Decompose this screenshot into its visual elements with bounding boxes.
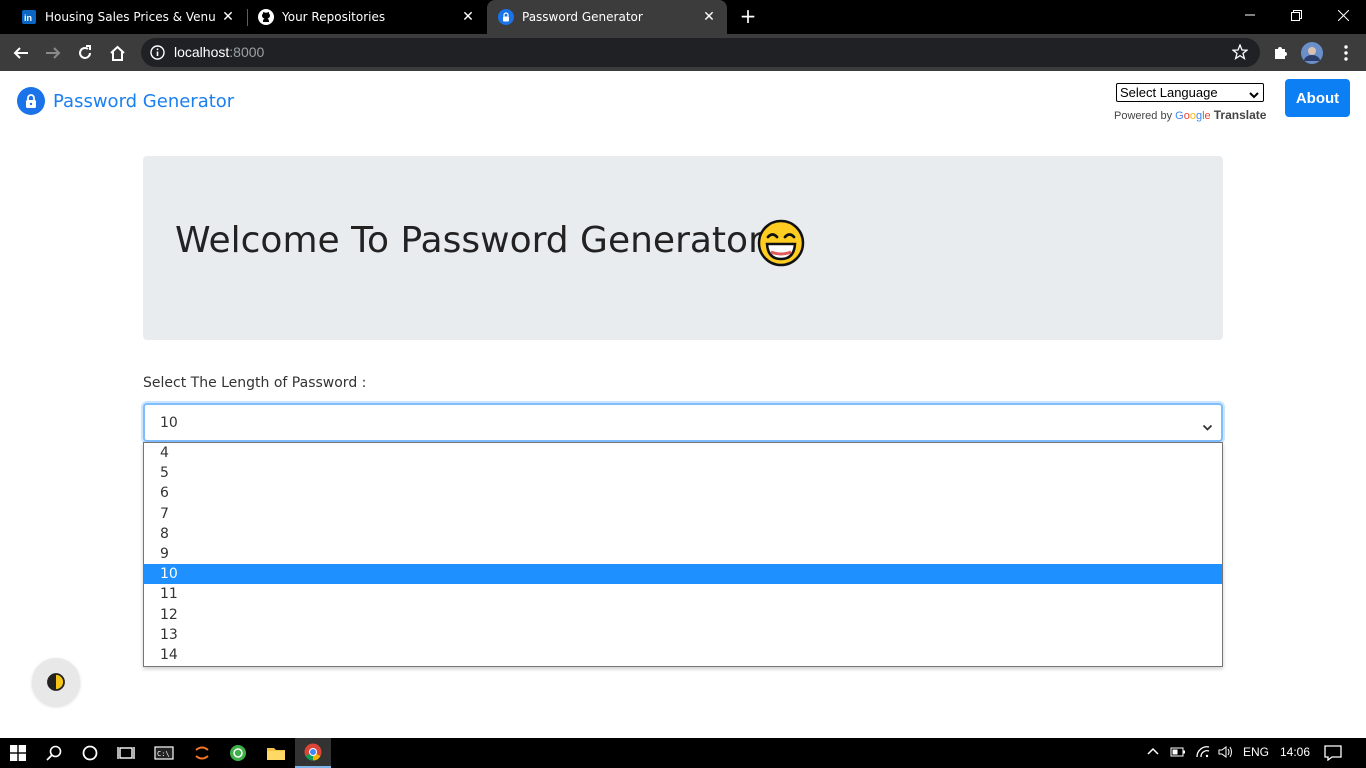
- grinning-face-icon: [757, 219, 805, 267]
- clock-time[interactable]: 14:06: [1280, 745, 1310, 759]
- volume-icon[interactable]: [1218, 745, 1234, 762]
- url-port: :8000: [229, 44, 265, 60]
- about-button[interactable]: About: [1285, 79, 1350, 117]
- brand-name: Password Generator: [53, 90, 235, 112]
- battery-icon[interactable]: [1170, 745, 1186, 762]
- google-logo[interactable]: Google: [1175, 110, 1211, 122]
- browser-toolbar: localhost:8000: [0, 34, 1366, 71]
- welcome-jumbotron: Welcome To Password Generator: [143, 156, 1223, 340]
- tab-title: Your Repositories: [282, 10, 386, 24]
- powered-by-text: Powered by: [1114, 110, 1173, 122]
- close-tab-icon[interactable]: ✕: [220, 9, 236, 25]
- password-length-value: 10: [160, 415, 178, 431]
- lock-icon: [498, 9, 514, 25]
- length-option[interactable]: 8: [144, 524, 1222, 544]
- restore-button[interactable]: [1273, 0, 1319, 30]
- length-option[interactable]: 6: [144, 483, 1222, 503]
- length-option[interactable]: 5: [144, 463, 1222, 483]
- task-view-icon[interactable]: [108, 741, 144, 765]
- lock-logo-icon: [17, 87, 45, 115]
- forward-icon[interactable]: [40, 40, 66, 66]
- close-window-button[interactable]: [1320, 0, 1366, 30]
- info-icon[interactable]: [150, 45, 165, 64]
- profile-avatar[interactable]: [1299, 40, 1325, 66]
- language-select[interactable]: Select Language: [1116, 83, 1264, 102]
- anaconda-icon[interactable]: [220, 741, 256, 765]
- tab-title: Housing Sales Prices & Venues D: [45, 10, 215, 24]
- chevron-down-icon: [1202, 418, 1213, 437]
- extensions-icon[interactable]: [1267, 40, 1293, 66]
- tab-password-generator[interactable]: Password Generator ✕: [487, 0, 727, 34]
- address-bar[interactable]: localhost:8000: [141, 38, 1260, 67]
- password-length-select[interactable]: 10: [143, 403, 1223, 442]
- length-option[interactable]: 10: [144, 564, 1222, 585]
- url-text: localhost:8000: [174, 44, 264, 60]
- tab-housing-sales[interactable]: in Housing Sales Prices & Venues D ✕: [0, 0, 246, 34]
- file-explorer-icon[interactable]: [258, 741, 294, 765]
- search-icon[interactable]: [36, 741, 72, 765]
- contrast-icon: [47, 673, 65, 691]
- length-option[interactable]: 13: [144, 625, 1222, 645]
- wifi-icon[interactable]: [1195, 745, 1211, 762]
- reload-icon[interactable]: [72, 40, 98, 66]
- length-option[interactable]: 9: [144, 544, 1222, 564]
- home-icon[interactable]: [104, 40, 130, 66]
- show-hidden-icons[interactable]: [1146, 745, 1160, 762]
- jupyter-icon[interactable]: [184, 741, 220, 765]
- language-select-value: Select Language: [1120, 85, 1218, 100]
- url-host: localhost: [174, 44, 230, 60]
- terminal-icon[interactable]: C:\: [146, 741, 182, 765]
- back-icon[interactable]: [8, 40, 34, 66]
- length-option[interactable]: 12: [144, 605, 1222, 625]
- page-viewport: Password Generator Select Language Power…: [0, 71, 1366, 738]
- chevron-down-icon: [1249, 87, 1259, 104]
- close-tab-icon[interactable]: ✕: [460, 9, 476, 25]
- cortana-icon[interactable]: [72, 741, 108, 765]
- length-option[interactable]: 14: [144, 645, 1222, 665]
- svg-text:C:\: C:\: [157, 750, 170, 758]
- github-icon: [258, 9, 274, 25]
- google-translate-attribution: Powered by Google Translate: [1114, 108, 1266, 122]
- svg-text:in: in: [24, 13, 32, 23]
- translate-text: Translate: [1213, 108, 1267, 122]
- new-tab-button[interactable]: +: [738, 6, 758, 27]
- tab-title: Password Generator: [522, 10, 643, 24]
- chrome-icon[interactable]: [295, 738, 331, 768]
- page-title: Welcome To Password Generator: [175, 220, 763, 261]
- input-language[interactable]: ENG: [1243, 745, 1269, 759]
- browser-tab-strip: in Housing Sales Prices & Venues D ✕ You…: [0, 0, 1366, 34]
- password-length-dropdown: 4 5 6 7 8 9 10 11 12 13 14: [143, 442, 1223, 667]
- tab-your-repositories[interactable]: Your Repositories ✕: [248, 0, 486, 34]
- bookmark-star-icon[interactable]: [1231, 43, 1249, 64]
- minimize-button[interactable]: [1227, 0, 1273, 30]
- windows-taskbar: C:\ ENG 14:06: [0, 738, 1366, 768]
- theme-toggle-button[interactable]: [32, 658, 80, 706]
- menu-dots-icon[interactable]: [1333, 40, 1359, 66]
- length-label: Select The Length of Password :: [143, 375, 367, 391]
- length-option[interactable]: 4: [144, 443, 1222, 463]
- length-option[interactable]: 7: [144, 504, 1222, 524]
- length-option[interactable]: 11: [144, 584, 1222, 604]
- windows-start-icon[interactable]: [0, 741, 36, 765]
- navbar-brand[interactable]: Password Generator: [17, 87, 234, 115]
- notifications-icon[interactable]: [1324, 745, 1342, 764]
- linkedin-icon: in: [21, 9, 37, 25]
- close-tab-icon[interactable]: ✕: [701, 9, 717, 25]
